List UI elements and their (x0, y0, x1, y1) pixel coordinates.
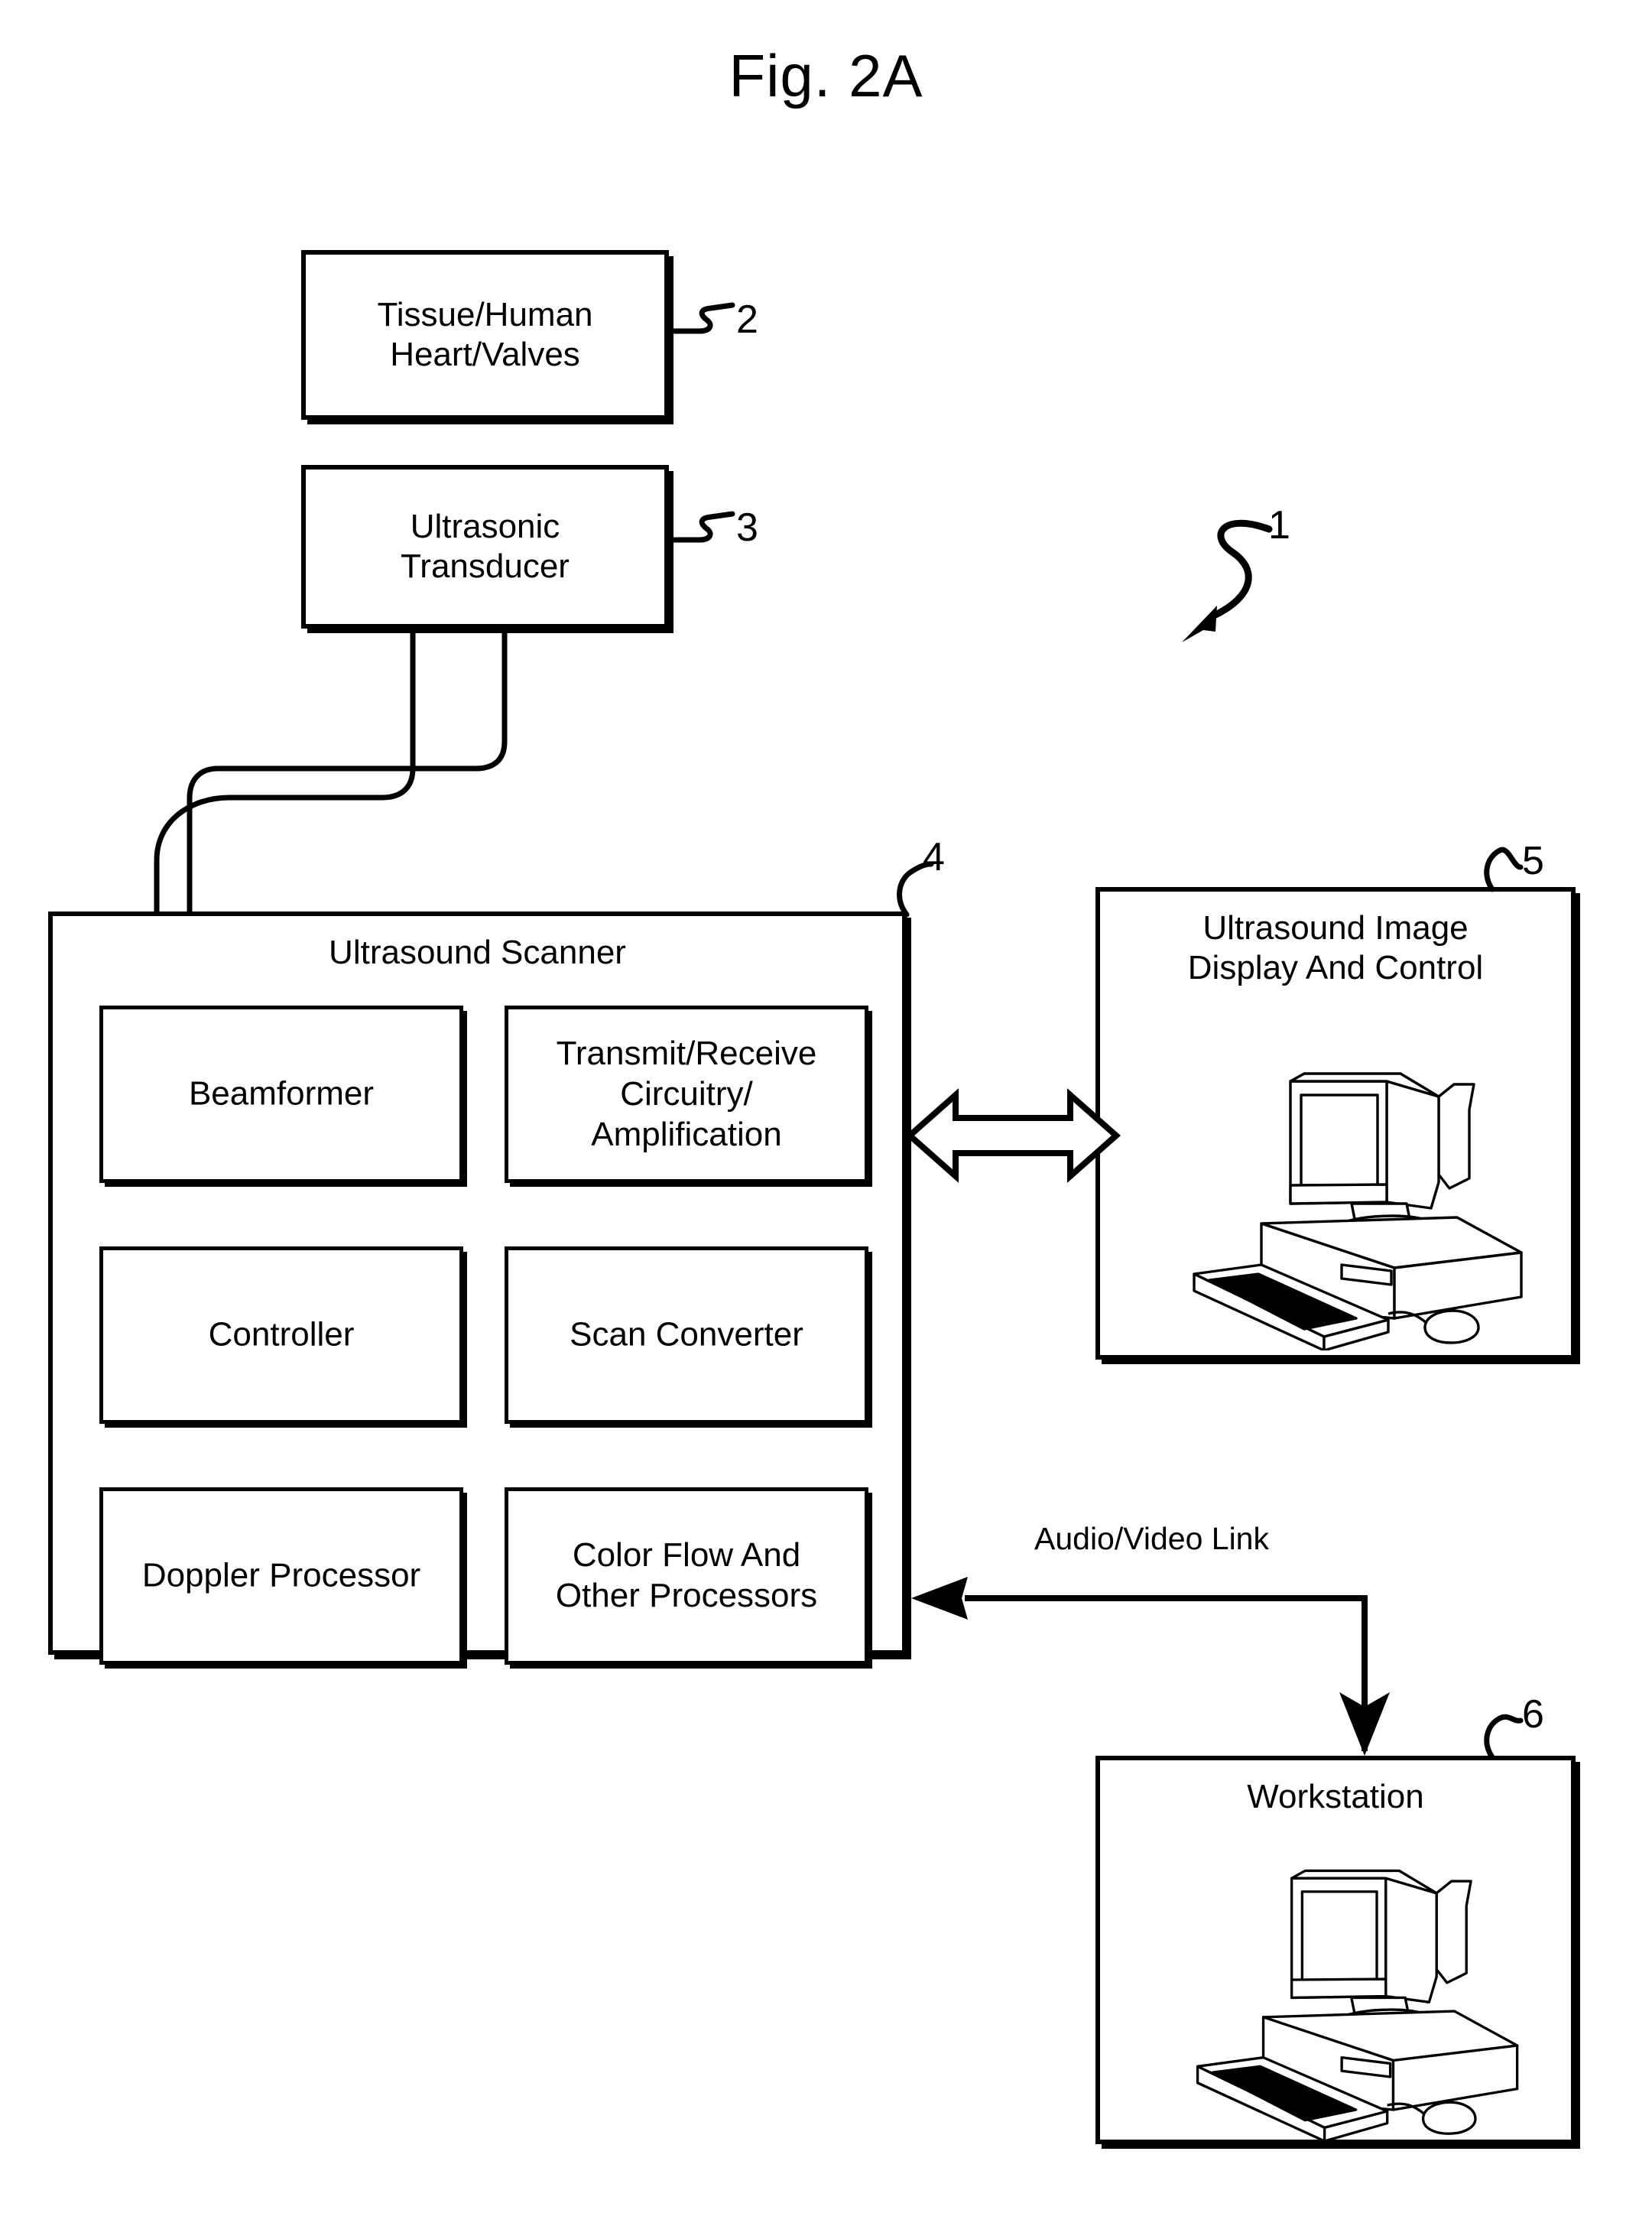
workstation-feed-arrowhead (1339, 1692, 1390, 1756)
module-controller: Controller (99, 1246, 463, 1424)
module-color-flow: Color Flow And Other Processors (505, 1487, 868, 1665)
leader-line-3 (666, 511, 735, 543)
module-doppler-processor: Doppler Processor (99, 1487, 463, 1665)
leader-line-6 (1484, 1714, 1524, 1760)
module-beamformer: Beamformer (99, 1006, 463, 1183)
block-transducer-label: Ultrasonic Transducer (401, 508, 570, 585)
desktop-computer-illustration-display (1193, 1072, 1523, 1350)
ref-tag-1: 1 (1268, 503, 1290, 548)
ref-tag-6: 6 (1522, 1692, 1544, 1737)
block-workstation-label: Workstation (1247, 1778, 1424, 1815)
block-scanner-label: Ultrasound Scanner (329, 934, 626, 971)
system-pointer-arrowhead (1182, 606, 1217, 642)
ref-tag-5: 5 (1522, 839, 1544, 883)
block-tissue-human-heart-valves: Tissue/Human Heart/Valves (301, 250, 669, 420)
module-beamformer-label: Beamformer (188, 1074, 375, 1113)
ref-tag-3: 3 (736, 505, 758, 550)
block-display-label: Ultrasound Image Display And Control (1187, 909, 1484, 986)
scanner-display-bidirectional-arrow (904, 1088, 1121, 1183)
module-scan-converter: Scan Converter (505, 1246, 868, 1424)
leader-line-5 (1484, 847, 1524, 892)
ref-tag-2: 2 (736, 297, 758, 342)
module-transmit-receive-label: Transmit/Receive Circuitry/ Amplificatio… (556, 1034, 817, 1153)
transducer-scanner-cable (154, 631, 508, 912)
leader-line-2 (666, 302, 735, 334)
desktop-computer-illustration-workstation (1196, 1869, 1519, 2141)
module-scan-converter-label: Scan Converter (570, 1315, 803, 1353)
ref-tag-4: 4 (923, 835, 945, 879)
module-color-flow-label: Color Flow And Other Processors (555, 1536, 818, 1614)
module-transmit-receive: Transmit/Receive Circuitry/ Amplificatio… (505, 1006, 868, 1183)
audio-video-link-arrowhead (911, 1577, 968, 1620)
figure-canvas: Fig. 2A Tissue/Human Heart/Valves 2 Ultr… (0, 0, 1652, 2239)
system-pointer-arrow-1 (1210, 519, 1273, 619)
block-tissue-label: Tissue/Human Heart/Valves (377, 296, 593, 373)
module-doppler-processor-label: Doppler Processor (141, 1556, 421, 1594)
audio-video-link-label: Audio/Video Link (1034, 1521, 1269, 1556)
block-ultrasonic-transducer: Ultrasonic Transducer (301, 465, 669, 629)
figure-title: Fig. 2A (729, 42, 923, 109)
audio-video-link-line (965, 1595, 1368, 1751)
module-controller-label: Controller (208, 1315, 355, 1353)
